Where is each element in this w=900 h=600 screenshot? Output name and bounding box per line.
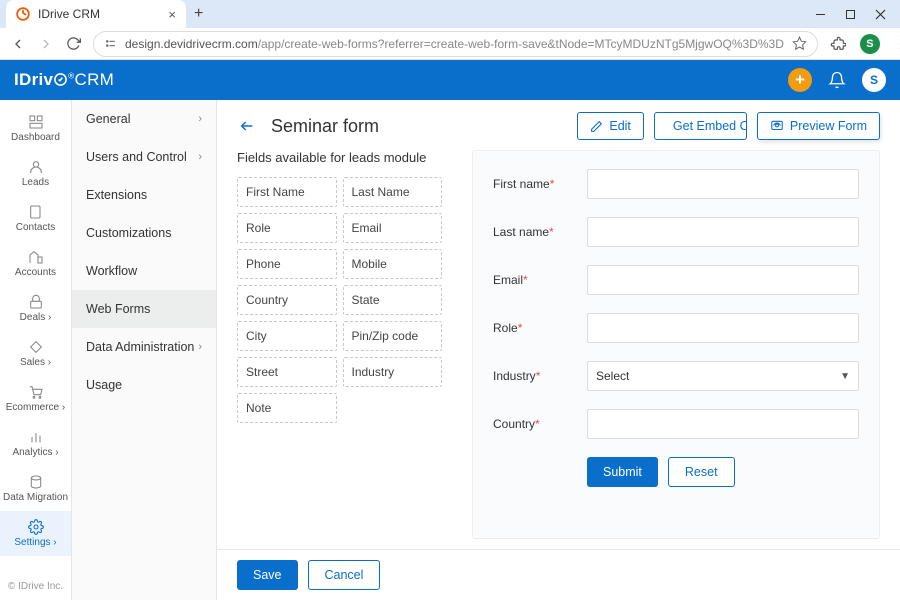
rail-leads[interactable]: Leads [0,151,71,196]
menu-icon[interactable] [894,37,900,51]
bell-icon[interactable] [828,71,846,89]
browser-tab[interactable]: IDrive CRM × [6,0,186,28]
site-info-icon[interactable] [104,37,117,50]
profile-avatar[interactable]: S [860,34,880,54]
field-chip[interactable]: First Name [237,177,337,207]
forward-icon[interactable] [38,36,54,52]
sidebar-item-general[interactable]: General› [72,100,216,138]
form-field-label: Industry* [493,369,571,383]
save-button[interactable]: Save [237,560,298,590]
content-area: Seminar form Edit Get Embed Code Preview… [217,100,900,600]
sidebar-item-customizations[interactable]: Customizations [72,214,216,252]
brand-logo[interactable]: IDriv®CRM [14,70,114,90]
field-chip[interactable]: Phone [237,249,337,279]
new-tab-button[interactable]: + [194,5,203,23]
form-field-label: First name* [493,177,571,191]
nav-rail: Dashboard Leads Contacts Accounts Deals … [0,100,72,600]
sidebar-item-workflow[interactable]: Workflow [72,252,216,290]
reload-icon[interactable] [66,36,81,51]
maximize-icon[interactable] [844,8,856,20]
sidebar-item-users-control[interactable]: Users and Control› [72,138,216,176]
browser-toolbar: design.devidrivecrm.com/app/create-web-f… [0,28,900,60]
add-button[interactable]: + [788,68,812,92]
rail-contacts[interactable]: Contacts [0,196,71,241]
field-chip[interactable]: Pin/Zip code [343,321,443,351]
form-input[interactable] [587,265,859,295]
rail-dashboard[interactable]: Dashboard [0,106,71,151]
form-field-label: Role* [493,321,571,335]
chevron-right-icon: › [198,341,202,353]
tab-title: IDrive CRM [38,7,100,21]
submit-button[interactable]: Submit [587,457,658,487]
form-row: Industry* Select▼ [493,361,859,391]
page-header: Seminar form Edit Get Embed Code Preview… [217,100,900,150]
form-row: First name* [493,169,859,199]
field-chip[interactable]: Last Name [343,177,443,207]
rail-deals[interactable]: Deals › [0,286,71,331]
sidebar-item-data-admin[interactable]: Data Administration› [72,328,216,366]
form-row: Country* [493,409,859,439]
form-input[interactable] [587,313,859,343]
field-chip[interactable]: State [343,285,443,315]
window-controls [814,8,900,20]
rail-accounts[interactable]: Accounts [0,241,71,286]
field-chip[interactable]: City [237,321,337,351]
field-chip[interactable]: Mobile [343,249,443,279]
field-chip[interactable]: Industry [343,357,443,387]
fields-title: Fields available for leads module [237,150,442,165]
back-icon[interactable] [10,36,26,52]
chevron-right-icon: › [198,151,202,163]
star-icon[interactable] [792,36,807,51]
page-title: Seminar form [271,116,379,137]
close-window-icon[interactable] [874,8,886,20]
edit-button[interactable]: Edit [577,112,644,140]
reset-button[interactable]: Reset [668,457,735,487]
rail-sales[interactable]: Sales › [0,331,71,376]
field-chip[interactable]: Note [237,393,337,423]
browser-tab-strip: IDrive CRM × + [0,0,900,28]
settings-sidebar: General› Users and Control› Extensions C… [72,100,217,600]
rail-ecommerce[interactable]: Ecommerce › [0,376,71,421]
rail-footer: © IDrive Inc. [0,575,71,600]
form-input[interactable] [587,217,859,247]
field-chip[interactable]: Email [343,213,443,243]
user-avatar[interactable]: S [862,68,886,92]
form-row: Role* [493,313,859,343]
form-preview-panel: First name* Last name* Email* Role* Industry… [472,150,880,539]
rail-settings[interactable]: Settings › [0,511,71,556]
form-row: Email* [493,265,859,295]
chevron-right-icon: › [198,113,202,125]
footer-bar: Save Cancel [217,549,900,600]
cancel-button[interactable]: Cancel [308,560,381,590]
form-field-label: Country* [493,417,571,431]
extensions-icon[interactable] [830,36,846,52]
sidebar-item-web-forms[interactable]: Web Forms [72,290,216,328]
favicon-icon [16,7,30,21]
available-fields-panel: Fields available for leads module First … [237,150,442,539]
form-field-label: Email* [493,273,571,287]
back-arrow-icon[interactable] [237,118,257,134]
rail-analytics[interactable]: Analytics › [0,421,71,466]
field-chip[interactable]: Country [237,285,337,315]
app-header: IDriv®CRM + S [0,60,900,100]
close-tab-icon[interactable]: × [168,7,176,22]
form-select[interactable]: Select▼ [587,361,859,391]
url-text: design.devidrivecrm.com/app/create-web-f… [125,37,784,51]
sidebar-item-extensions[interactable]: Extensions [72,176,216,214]
address-bar[interactable]: design.devidrivecrm.com/app/create-web-f… [93,31,818,57]
preview-form-button[interactable]: Preview Form [757,112,880,140]
minimize-icon[interactable] [814,8,826,20]
form-field-label: Last name* [493,225,571,239]
form-input[interactable] [587,409,859,439]
form-input[interactable] [587,169,859,199]
rail-data-migration[interactable]: Data Migration [0,466,71,511]
field-chip[interactable]: Role [237,213,337,243]
form-row: Last name* [493,217,859,247]
get-embed-code-button[interactable]: Get Embed Code [654,112,747,140]
sidebar-item-usage[interactable]: Usage [72,366,216,404]
field-chip[interactable]: Street [237,357,337,387]
